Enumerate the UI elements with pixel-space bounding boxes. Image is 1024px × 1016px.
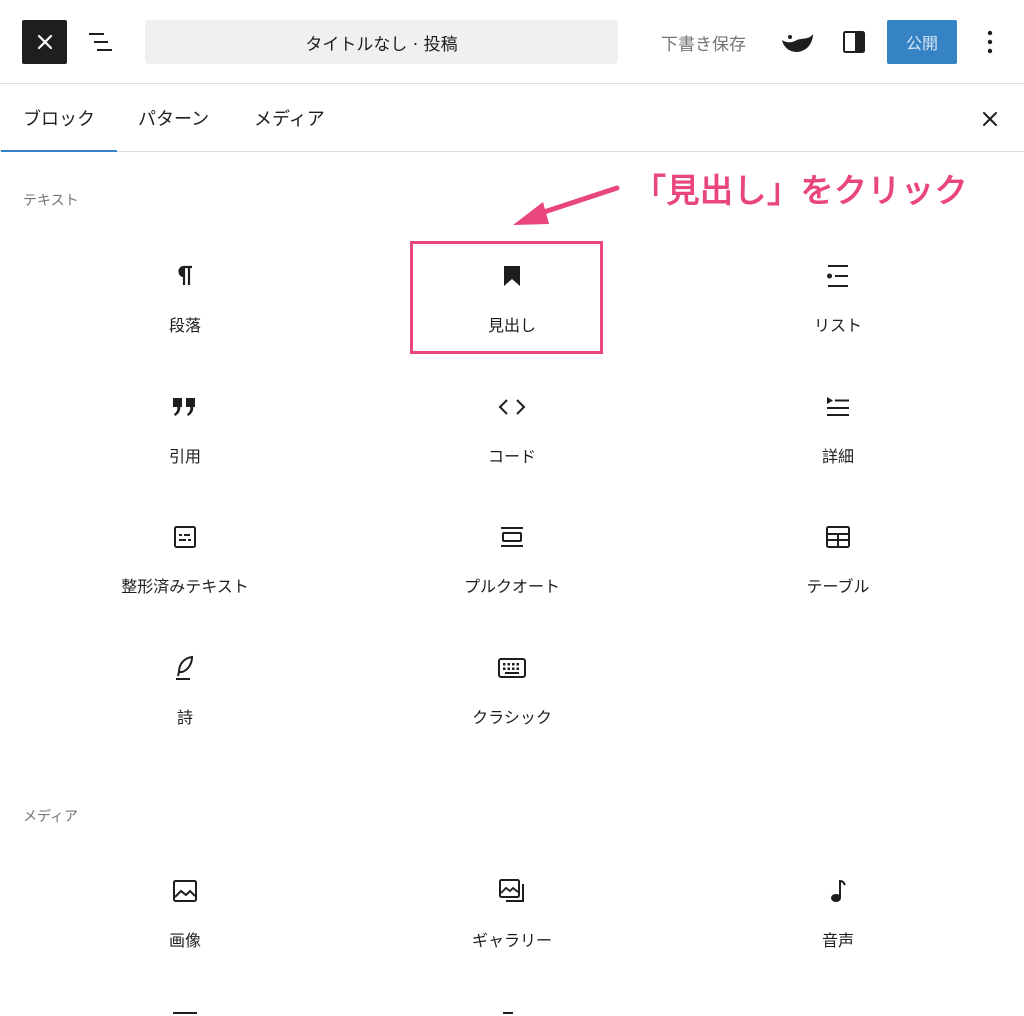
keyboard-icon	[402, 654, 622, 682]
save-draft-button[interactable]: 下書き保存	[646, 20, 761, 64]
table-icon	[728, 523, 948, 551]
block-item-details[interactable]: 詳細	[728, 375, 948, 495]
list-view-icon	[86, 31, 114, 53]
close-icon	[37, 34, 53, 50]
pullquote-icon	[402, 523, 622, 551]
block-label: コード	[487, 447, 536, 466]
block-label: 段落	[168, 316, 201, 335]
block-label: 詩	[176, 708, 193, 727]
block-label: テーブル	[806, 577, 870, 596]
block-item-code[interactable]: コード	[402, 375, 622, 495]
document-overview-button[interactable]	[80, 22, 120, 62]
inserter-tabs: ブロック パターン メディア	[0, 84, 1024, 152]
block-item-pullquote[interactable]: プルクオート	[402, 505, 622, 625]
feather-icon	[75, 654, 295, 682]
block-label: リスト	[813, 316, 862, 335]
block-item-preformatted[interactable]: 整形済みテキスト	[75, 505, 295, 625]
settings-sidebar-button[interactable]	[834, 22, 874, 62]
block-item-verse[interactable]: 詩	[75, 636, 295, 756]
section-heading-text: テキスト	[23, 193, 79, 209]
block-item-classic[interactable]: クラシック	[402, 636, 622, 756]
annotation-text: 「見出し」をクリック	[633, 171, 968, 210]
jetpack-icon	[779, 28, 815, 56]
block-item-audio[interactable]: 音声	[728, 859, 948, 979]
block-label: プルクオート	[463, 577, 560, 596]
block-label: クラシック	[472, 708, 552, 727]
block-item-partial-icon	[503, 1012, 513, 1016]
block-item-list[interactable]: リスト	[728, 244, 948, 364]
block-label: ギャラリー	[471, 931, 552, 950]
block-label: 引用	[168, 447, 201, 466]
details-icon	[728, 393, 948, 421]
block-item-partial-icon	[173, 1012, 197, 1016]
close-editor-button[interactable]	[22, 20, 67, 64]
block-item-image[interactable]: 画像	[75, 859, 295, 979]
highlight-box	[410, 241, 603, 354]
publish-button[interactable]: 公開	[887, 20, 957, 64]
annotation-arrow	[513, 185, 620, 225]
document-title[interactable]: タイトルなし · 投稿	[145, 20, 618, 64]
tab-media[interactable]: メディア	[254, 84, 325, 151]
quote-icon	[75, 393, 295, 421]
close-icon	[982, 111, 998, 127]
block-label: 詳細	[821, 447, 854, 466]
jetpack-button[interactable]	[776, 22, 818, 62]
block-item-table[interactable]: テーブル	[728, 505, 948, 625]
block-label: 音声	[821, 931, 854, 950]
audio-icon	[728, 877, 948, 905]
block-item-paragraph[interactable]: 段落	[75, 244, 295, 364]
paragraph-icon	[75, 262, 295, 290]
gallery-icon	[402, 877, 622, 905]
image-icon	[75, 877, 295, 905]
tab-blocks[interactable]: ブロック	[1, 84, 117, 152]
tab-patterns[interactable]: パターン	[138, 84, 209, 151]
kebab-menu-icon	[987, 30, 993, 54]
block-label: 整形済みテキスト	[121, 577, 249, 596]
code-icon	[402, 393, 622, 421]
block-item-quote[interactable]: 引用	[75, 375, 295, 495]
preformatted-icon	[75, 523, 295, 551]
block-item-gallery[interactable]: ギャラリー	[402, 859, 622, 979]
editor-toolbar: タイトルなし · 投稿 下書き保存 公開	[0, 0, 1024, 84]
close-inserter-button[interactable]	[975, 104, 1005, 134]
section-heading-media: メディア	[23, 809, 79, 825]
more-options-button[interactable]	[972, 22, 1008, 62]
block-label: 画像	[168, 931, 201, 950]
list-icon	[728, 262, 948, 290]
sidebar-toggle-icon	[842, 30, 866, 54]
